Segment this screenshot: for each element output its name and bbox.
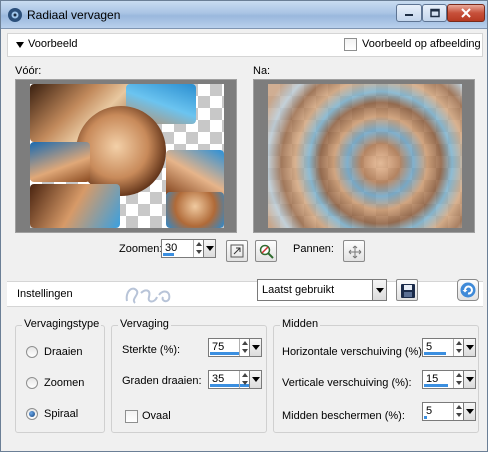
- kaleidoscope-tile: [30, 184, 120, 228]
- protect-level-bar: [424, 416, 427, 419]
- protect-dropdown-button[interactable]: [463, 403, 475, 420]
- chevron-down-icon[interactable]: [372, 280, 386, 300]
- expand-icon: [230, 244, 244, 258]
- rotate-label: Graden draaien:: [122, 375, 202, 387]
- zoom-to-fit-button[interactable]: [226, 240, 248, 262]
- kaleidoscope-tile: [166, 192, 224, 228]
- strength-level-bar: [210, 352, 239, 355]
- settings-label: Instellingen: [17, 288, 73, 300]
- collapse-arrow-icon[interactable]: [16, 42, 24, 48]
- preview-section-header[interactable]: Voorbeeld Voorbeeld op afbeelding: [7, 33, 483, 57]
- strength-stepper[interactable]: [239, 339, 249, 356]
- maximize-button[interactable]: [422, 4, 447, 22]
- strength-label: Sterkte (%):: [122, 344, 181, 356]
- center-group: Midden Horizontale verschuiving (%): 5 V…: [273, 318, 479, 433]
- radio-zoomen-label: Zoomen: [44, 377, 85, 389]
- v-offset-stepper[interactable]: [453, 371, 463, 388]
- strength-spinbox[interactable]: 75: [208, 338, 262, 357]
- maximize-icon: [429, 8, 440, 18]
- close-button[interactable]: [447, 4, 485, 22]
- zoom-stepper[interactable]: [193, 240, 203, 257]
- rotate-dropdown-button[interactable]: [249, 371, 261, 388]
- protect-spinbox[interactable]: 5: [422, 402, 476, 421]
- preview-label: Voorbeeld: [28, 38, 78, 50]
- after-preview[interactable]: [253, 79, 475, 233]
- blur-title: Vervaging: [118, 318, 171, 330]
- zoom-level-bar: [163, 253, 174, 256]
- pan-button[interactable]: [343, 240, 365, 262]
- zoom-reset-button[interactable]: [255, 240, 277, 262]
- protect-label: Midden beschermen (%):: [282, 410, 405, 422]
- oval-label: Ovaal: [142, 410, 171, 422]
- rotate-stepper[interactable]: [239, 371, 249, 388]
- v-offset-level-bar: [424, 384, 448, 387]
- save-icon: [401, 284, 415, 298]
- dialog-window: Radiaal vervagen Voorbeeld Voorbeeld op …: [0, 0, 488, 452]
- radio-draaien-label: Draaien: [44, 346, 83, 358]
- preset-select[interactable]: Laatst gebruikt: [257, 279, 387, 301]
- pan-arrows-icon: [348, 245, 362, 259]
- before-preview[interactable]: [15, 79, 237, 233]
- radio-spiraal[interactable]: [26, 408, 38, 420]
- v-offset-spinbox[interactable]: 15: [422, 370, 476, 389]
- zoom-label: Zoomen:: [119, 243, 163, 255]
- minimize-icon: [405, 14, 413, 16]
- zoom-dropdown-button[interactable]: [203, 240, 215, 257]
- close-icon: [461, 8, 471, 18]
- preview-on-image-checkbox[interactable]: [344, 38, 357, 51]
- h-offset-dropdown-button[interactable]: [463, 339, 475, 356]
- title-bar[interactable]: Radiaal vervagen: [1, 1, 487, 29]
- kaleidoscope-tile: [166, 150, 224, 198]
- center-title: Midden: [280, 318, 321, 330]
- oval-checkbox[interactable]: [125, 410, 138, 423]
- kaleidoscope-tile: [30, 142, 90, 182]
- strength-dropdown-button[interactable]: [249, 339, 261, 356]
- v-offset-dropdown-button[interactable]: [463, 371, 475, 388]
- blur-type-group: Vervagingstype Draaien Zoomen Spiraal: [15, 318, 105, 433]
- app-icon: [8, 8, 22, 22]
- before-label: Vóór:: [15, 65, 42, 77]
- minimize-button[interactable]: [396, 4, 422, 22]
- blur-group: Vervaging Sterkte (%): 75 Graden draaien…: [111, 318, 267, 433]
- h-offset-label: Horizontale verschuiving (%):: [282, 346, 426, 358]
- preset-value: Laatst gebruikt: [262, 284, 335, 296]
- save-preset-button[interactable]: [396, 279, 418, 301]
- v-offset-label: Verticale verschuiving (%):: [282, 377, 412, 389]
- h-offset-spinbox[interactable]: 5: [422, 338, 476, 357]
- undo-icon: [460, 282, 476, 298]
- watermark-logo: [125, 287, 171, 304]
- spiral-blur-result: [268, 84, 462, 228]
- radio-draaien[interactable]: [26, 346, 38, 358]
- zoom-spinbox[interactable]: 30: [161, 239, 216, 258]
- blur-type-title: Vervagingstype: [22, 318, 102, 330]
- h-offset-stepper[interactable]: [453, 339, 463, 356]
- magnifier-icon: [259, 244, 274, 259]
- reset-button[interactable]: [457, 279, 479, 301]
- preview-on-image-label: Voorbeeld op afbeelding: [362, 38, 481, 50]
- window-title: Radiaal vervagen: [27, 8, 121, 22]
- radio-spiraal-label: Spiraal: [44, 408, 79, 420]
- rotate-spinbox[interactable]: 35: [208, 370, 262, 389]
- protect-stepper[interactable]: [453, 403, 463, 420]
- pan-label: Pannen:: [293, 243, 334, 255]
- radio-zoomen[interactable]: [26, 377, 38, 389]
- after-label: Na:: [253, 65, 271, 77]
- h-offset-level-bar: [424, 352, 446, 355]
